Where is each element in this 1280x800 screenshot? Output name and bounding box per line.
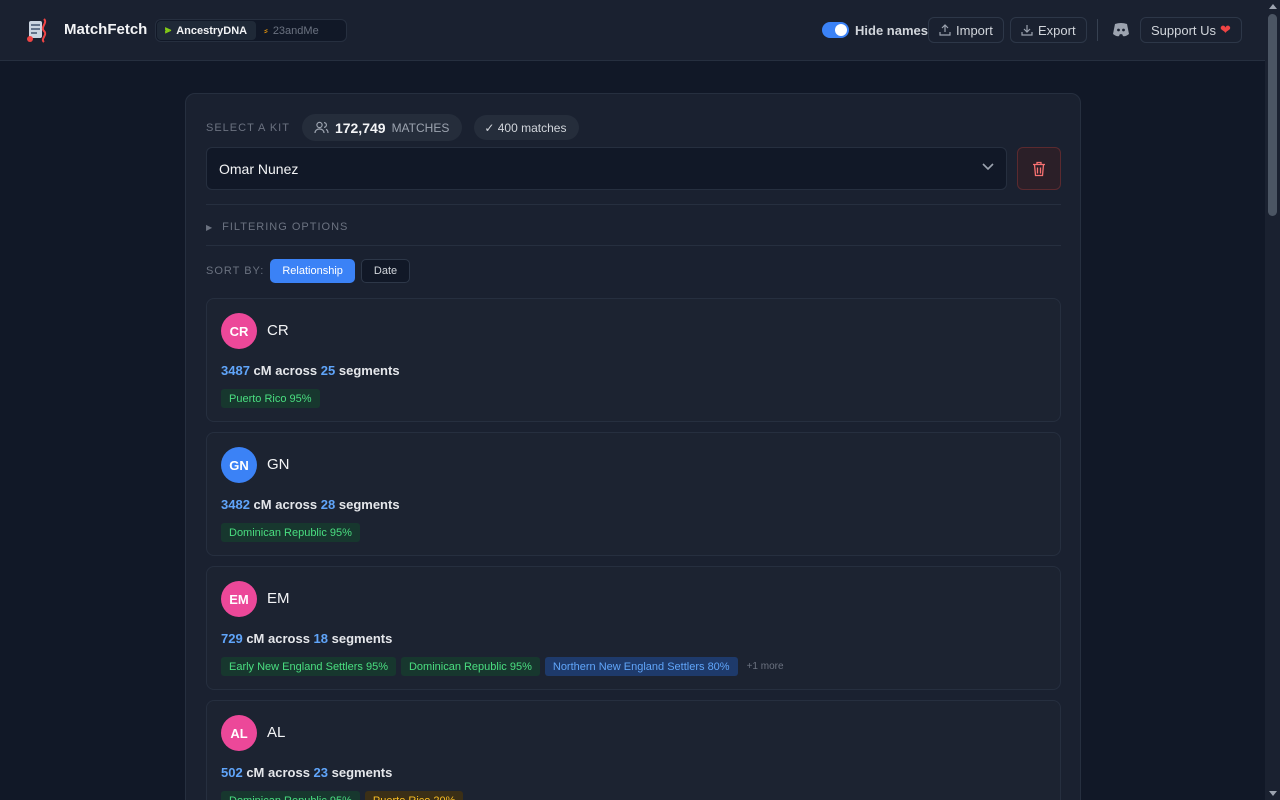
scroll-thumb[interactable] bbox=[1268, 14, 1277, 216]
shared-cm-value: 3487 bbox=[221, 363, 250, 378]
match-card[interactable]: EM EM 729 cM across 18 segments Early Ne… bbox=[206, 566, 1061, 690]
chevron-down-icon bbox=[982, 163, 994, 171]
ethnicity-tags: Dominican Republic 95% Puerto Rico 20% bbox=[221, 791, 468, 800]
match-name: CR bbox=[267, 322, 289, 339]
total-matches-label: MATCHES bbox=[391, 120, 450, 135]
download-icon bbox=[1021, 25, 1033, 36]
hide-names-toggle-group: Hide names bbox=[822, 22, 928, 38]
sort-controls: SORT BY: Relationship Date bbox=[206, 259, 416, 283]
avatar: EM bbox=[221, 581, 257, 617]
export-button[interactable]: Export bbox=[1010, 17, 1087, 43]
heart-icon: ❤ bbox=[1220, 22, 1231, 37]
kit-select[interactable]: Omar Nunez bbox=[206, 147, 1007, 190]
select-kit-label: SELECT A KIT bbox=[206, 121, 290, 134]
ethnicity-tag: Puerto Rico 20% bbox=[364, 791, 464, 800]
matchfetch-logo-icon bbox=[27, 18, 47, 43]
total-matches-count: 172,749 bbox=[334, 119, 386, 136]
shared-dna-summary: 729 cM across 18 segments bbox=[221, 631, 392, 646]
provider-tabs: ⫸ AncestryDNA ⸗ 23andMe bbox=[155, 19, 347, 42]
divider bbox=[206, 245, 1061, 246]
people-icon bbox=[314, 121, 329, 134]
upload-icon bbox=[939, 24, 951, 36]
divider bbox=[206, 204, 1061, 205]
match-card[interactable]: CR CR 3487 cM across 25 segments Puerto … bbox=[206, 298, 1061, 422]
match-name: AL bbox=[267, 724, 286, 741]
ethnicity-tag: Dominican Republic 95% bbox=[400, 657, 540, 676]
cm-across-text: cM across bbox=[253, 363, 318, 378]
ethnicity-tag: Early New England Settlers 95% bbox=[221, 657, 396, 676]
import-label: Import bbox=[956, 22, 993, 38]
ethnicity-tags: Early New England Settlers 95% Dominican … bbox=[221, 657, 784, 676]
match-name: GN bbox=[267, 456, 290, 473]
cm-across-text: cM across bbox=[253, 497, 318, 512]
shared-dna-summary: 3482 cM across 28 segments bbox=[221, 497, 400, 512]
shared-dna-summary: 502 cM across 23 segments bbox=[221, 765, 392, 780]
shared-cm-value: 3482 bbox=[221, 497, 250, 512]
selected-kit-name: Omar Nunez bbox=[219, 160, 299, 177]
avatar: CR bbox=[221, 313, 257, 349]
import-button[interactable]: Import bbox=[928, 17, 1004, 43]
kit-header-row: SELECT A KIT 172,749 MATCHES ✓ 400 match… bbox=[206, 114, 580, 141]
ethnicity-tags: Puerto Rico 95% bbox=[221, 389, 325, 408]
total-matches-badge: 172,749 MATCHES bbox=[301, 114, 463, 141]
match-card[interactable]: AL AL 502 cM across 23 segments Dominica… bbox=[206, 700, 1061, 800]
segments-text: segments bbox=[331, 631, 393, 646]
header-divider bbox=[1097, 19, 1098, 41]
delete-kit-button[interactable] bbox=[1017, 147, 1061, 190]
ethnicity-tags: Dominican Republic 95% bbox=[221, 523, 365, 542]
segments-text: segments bbox=[338, 497, 400, 512]
discord-icon[interactable] bbox=[1112, 22, 1130, 38]
segments-text: segments bbox=[338, 363, 400, 378]
shared-dna-summary: 3487 cM across 25 segments bbox=[221, 363, 400, 378]
ethnicity-tag: Northern New England Settlers 80% bbox=[544, 657, 738, 676]
loaded-matches-badge: ✓ 400 matches bbox=[474, 115, 580, 140]
export-label: Export bbox=[1038, 22, 1076, 38]
cm-across-text: cM across bbox=[246, 631, 310, 646]
app-title: MatchFetch bbox=[64, 21, 148, 38]
ancestry-leaf-icon: ⫸ bbox=[165, 24, 172, 36]
ethnicity-tag: Dominican Republic 95% bbox=[221, 791, 360, 800]
ethnicity-tag: Puerto Rico 95% bbox=[221, 389, 320, 408]
toggle-knob bbox=[835, 24, 847, 36]
support-us-button[interactable]: Support Us ❤ bbox=[1140, 17, 1242, 43]
segment-count: 25 bbox=[320, 363, 336, 378]
support-label: Support Us bbox=[1151, 22, 1217, 38]
23andme-chromosome-icon: ⸗ bbox=[264, 24, 268, 37]
tab-ancestrydna[interactable]: ⫸ AncestryDNA bbox=[157, 21, 257, 40]
shared-cm-value: 729 bbox=[221, 631, 243, 646]
tab-label: AncestryDNA bbox=[176, 24, 248, 37]
segment-count: 18 bbox=[313, 631, 329, 646]
tab-23andme[interactable]: ⸗ 23andMe bbox=[256, 21, 328, 40]
sort-relationship-button[interactable]: Relationship bbox=[270, 259, 355, 283]
match-card[interactable]: GN GN 3482 cM across 28 segments Dominic… bbox=[206, 432, 1061, 556]
sort-by-label: SORT BY: bbox=[206, 265, 265, 277]
hide-names-label: Hide names bbox=[855, 22, 928, 38]
sort-date-button[interactable]: Date bbox=[360, 259, 411, 283]
scroll-up-arrow-icon[interactable] bbox=[1269, 4, 1277, 9]
caret-right-icon: ▶ bbox=[206, 222, 214, 232]
avatar: GN bbox=[221, 447, 257, 483]
segments-text: segments bbox=[331, 765, 393, 780]
cm-across-text: cM across bbox=[246, 765, 310, 780]
matches-panel: SELECT A KIT 172,749 MATCHES ✓ 400 match… bbox=[185, 93, 1081, 800]
filtering-options-toggle[interactable]: ▶ FILTERING OPTIONS bbox=[206, 221, 348, 233]
page-scrollbar[interactable] bbox=[1265, 0, 1280, 800]
segment-count: 28 bbox=[320, 497, 336, 512]
match-name: EM bbox=[267, 590, 290, 607]
hide-names-toggle[interactable] bbox=[822, 22, 849, 38]
shared-cm-value: 502 bbox=[221, 765, 243, 780]
avatar: AL bbox=[221, 715, 257, 751]
ethnicity-tag: Dominican Republic 95% bbox=[221, 523, 360, 542]
trash-icon bbox=[1033, 161, 1045, 176]
filtering-options-label: FILTERING OPTIONS bbox=[222, 221, 349, 233]
scroll-down-arrow-icon[interactable] bbox=[1269, 791, 1277, 796]
more-tags-link[interactable]: +1 more bbox=[747, 661, 784, 672]
app-header: MatchFetch ⫸ AncestryDNA ⸗ 23andMe Hide … bbox=[0, 0, 1265, 61]
segment-count: 23 bbox=[313, 765, 329, 780]
tab-label: 23andMe bbox=[272, 24, 319, 37]
